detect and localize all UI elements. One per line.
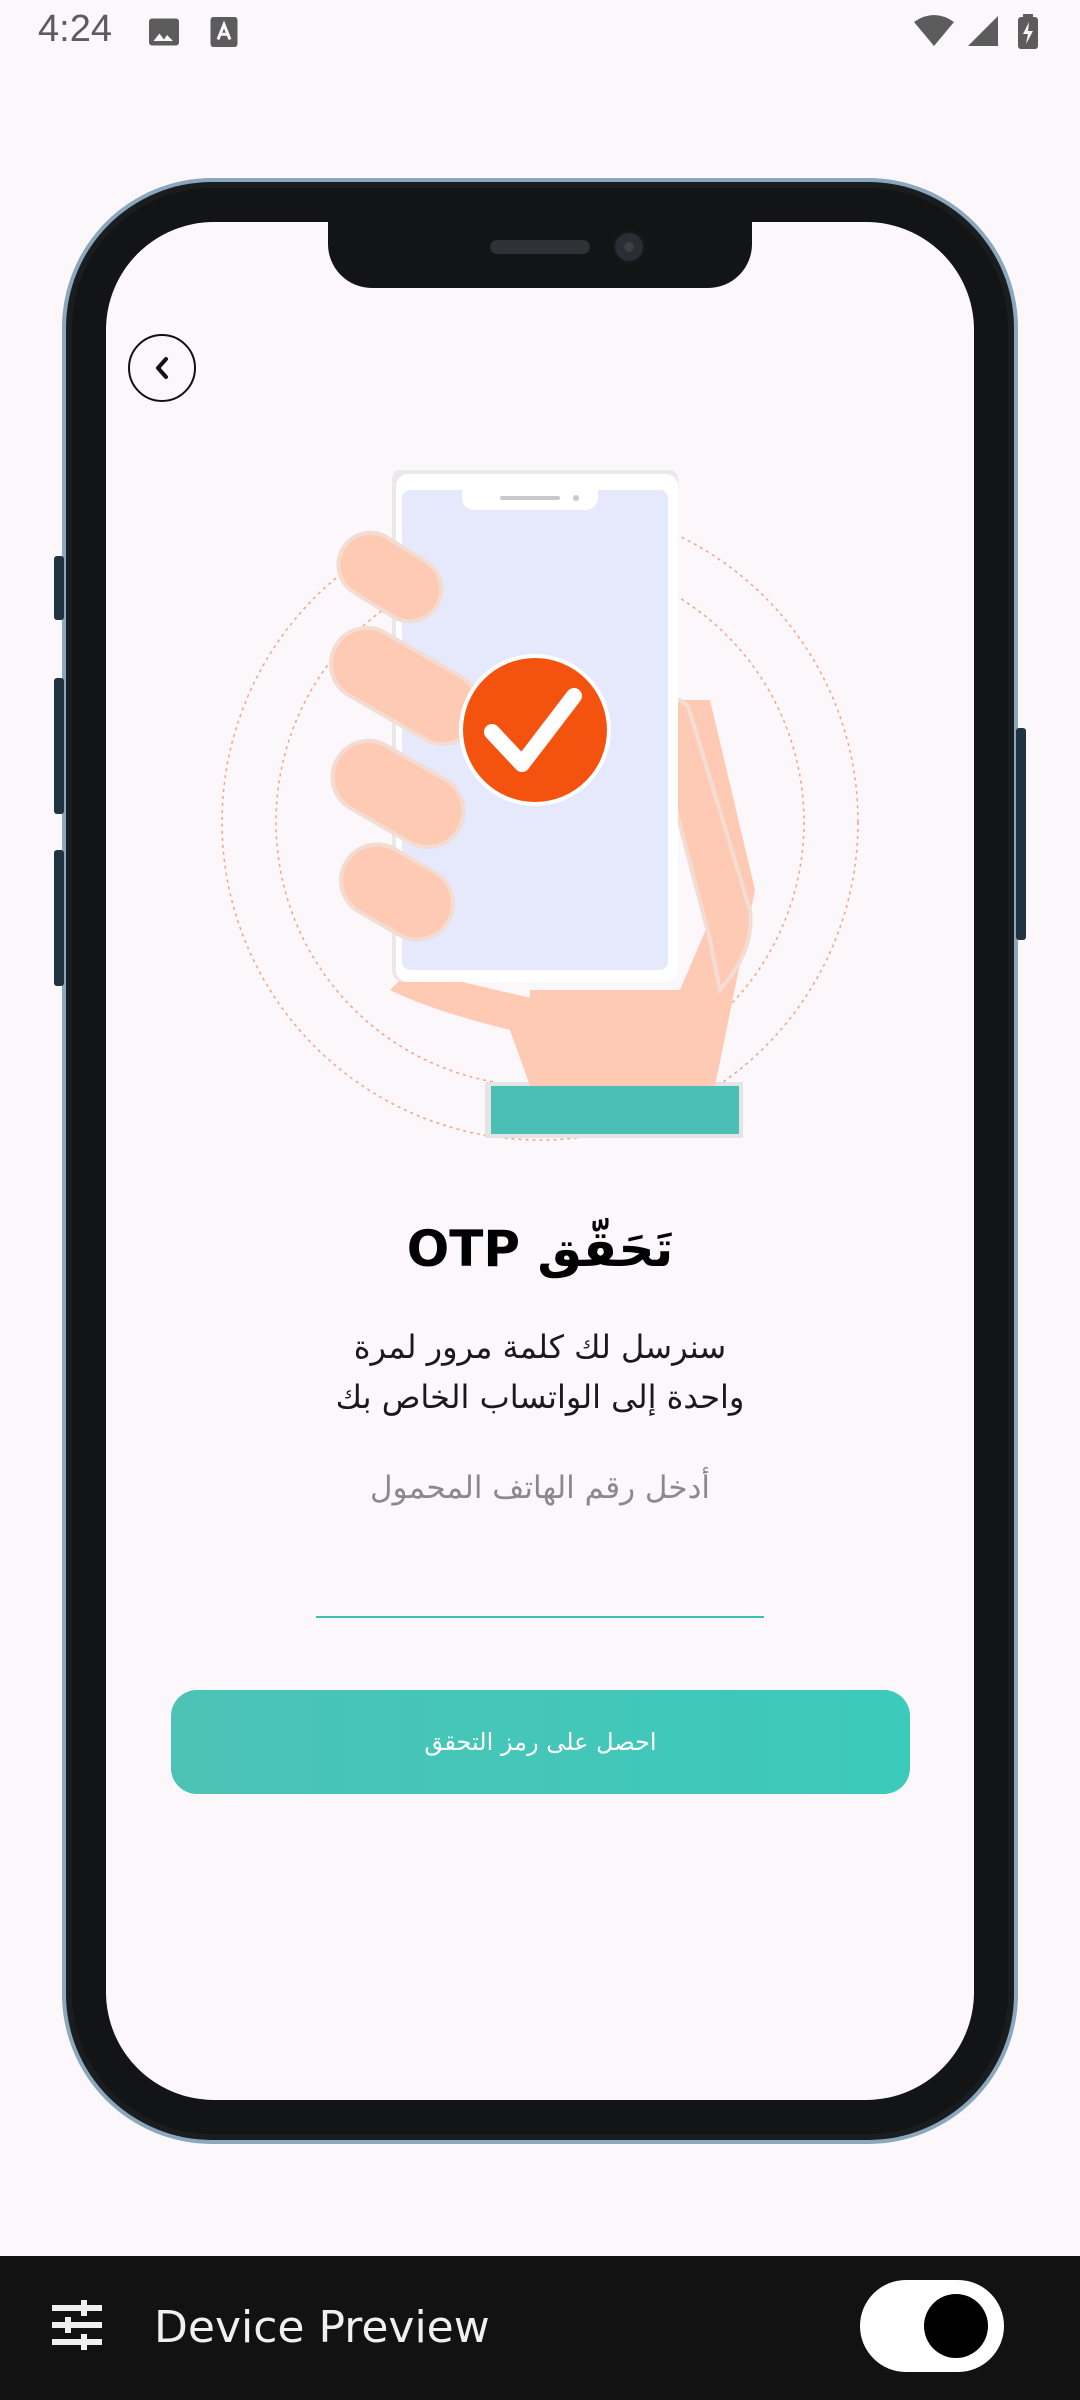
power-button (1016, 728, 1026, 940)
phone-number-input[interactable]: أدخل رقم الهاتف المحمول (316, 1460, 764, 1618)
device-preview-label: Device Preview (154, 2302, 490, 2353)
page-title: تَحَقّق OTP (406, 1220, 674, 1278)
device-preview-toggle[interactable] (860, 2280, 1004, 2372)
page-subtitle: سنرسل لك كلمة مرور لمرة واحدة إلى الواتس… (0, 1322, 1080, 1422)
get-otp-button[interactable]: احصل على رمز التحقق (171, 1690, 910, 1794)
earpiece-speaker (490, 240, 590, 254)
wifi-icon (912, 14, 956, 52)
subtitle-line-1: سنرسل لك كلمة مرور لمرة (353, 1328, 727, 1366)
cellular-signal-icon (964, 14, 1000, 52)
status-bar: 4:24 (0, 0, 1080, 70)
status-time: 4:24 (38, 8, 112, 50)
front-camera (612, 230, 646, 264)
device-notch (328, 214, 752, 288)
tune-settings-icon[interactable] (50, 2300, 104, 2354)
subtitle-line-2: واحدة إلى الواتساب الخاص بك (335, 1378, 745, 1416)
mute-switch (54, 556, 64, 620)
otp-phone-illustration (221, 470, 859, 1141)
battery-charging-icon (1016, 14, 1040, 54)
text-recognition-icon (208, 14, 240, 54)
back-button[interactable] (128, 334, 196, 402)
phone-number-placeholder: أدخل رقم الهاتف المحمول (369, 1470, 710, 1506)
screen-bottom-edge (0, 2210, 1080, 2256)
toggle-knob (924, 2294, 988, 2358)
device-preview-bar: Device Preview (0, 2256, 1080, 2400)
image-icon (146, 14, 182, 54)
volume-down-button (54, 850, 64, 986)
chevron-left-icon (156, 357, 168, 379)
volume-up-button (54, 678, 64, 814)
